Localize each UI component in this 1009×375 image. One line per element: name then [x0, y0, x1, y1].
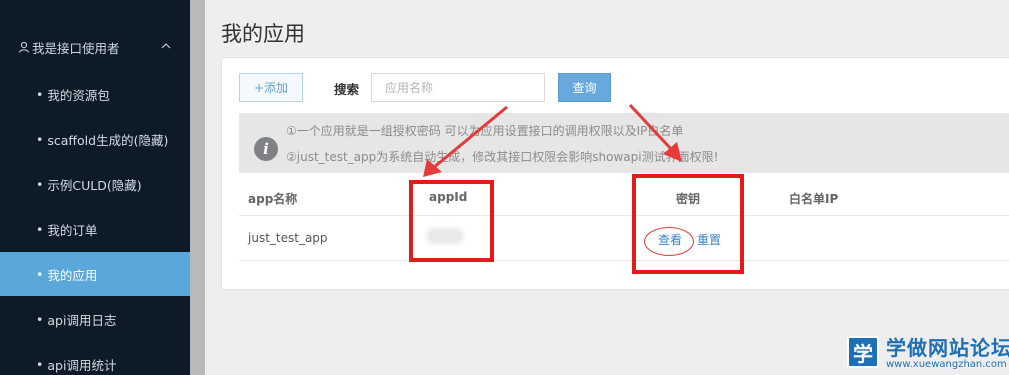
sidebar-item-label: api调用日志 — [47, 312, 117, 328]
content-margin — [205, 0, 213, 375]
sidebar-item-label: 我的资源包 — [47, 87, 110, 103]
column-header-app-name: app名称 — [248, 192, 298, 206]
column-header-whitelist-ip: 白名单IP — [789, 192, 839, 206]
cell-app-name: just_test_app — [248, 231, 328, 245]
bullet-icon: • — [36, 176, 44, 192]
bullet-icon: • — [36, 131, 44, 147]
watermark-site-name: 学做网站论坛 — [886, 336, 1009, 360]
watermark-logo-icon: 学 — [847, 336, 879, 368]
sidebar-item-scaffold[interactable]: • scaffold生成的(隐藏) — [0, 117, 190, 161]
info-icon: i — [254, 137, 278, 161]
sidebar-item-label: api调用统计 — [47, 357, 117, 373]
table-row-divider — [239, 260, 1009, 261]
annotation-circle-view — [644, 227, 694, 256]
search-label: 搜索 — [334, 82, 360, 97]
notice-line-2: ②just_test_app为系统自动生成，修改其接口权限会影响showapi测… — [286, 150, 719, 164]
chevron-up-icon[interactable] — [160, 40, 172, 52]
watermark-url: www.xuewangzhan.com — [886, 359, 1007, 370]
annotation-box-secret — [632, 174, 744, 274]
sidebar-item-label: 示例CULD(隐藏) — [47, 177, 142, 193]
sidebar-item-label: scaffold生成的(隐藏) — [47, 132, 169, 148]
sidebar: 我是接口使用者 • 我的资源包 • scaffold生成的(隐藏) • 示例CU… — [0, 0, 190, 375]
sidebar-item-culd-example[interactable]: • 示例CULD(隐藏) — [0, 162, 190, 206]
annotation-box-appid — [409, 180, 494, 262]
user-icon — [19, 41, 29, 53]
bullet-icon: • — [36, 86, 44, 102]
bullet-icon: • — [36, 311, 44, 327]
bullet-icon: • — [36, 221, 44, 237]
sidebar-item-my-apps[interactable]: • 我的应用 — [0, 252, 190, 296]
page-title: 我的应用 — [221, 22, 305, 46]
sidebar-group-label: 我是接口使用者 — [32, 40, 120, 56]
sidebar-item-label: 我的订单 — [47, 222, 98, 238]
sidebar-item-resource-pack[interactable]: • 我的资源包 — [0, 72, 190, 116]
sidebar-group-user[interactable]: 我是接口使用者 — [0, 34, 190, 60]
add-button[interactable]: +添加 — [239, 73, 303, 102]
sidebar-item-label: 我的应用 — [47, 267, 98, 283]
table-header-divider — [239, 215, 1009, 216]
search-input[interactable] — [371, 73, 545, 102]
bullet-icon: • — [36, 266, 44, 282]
bullet-icon: • — [36, 356, 44, 372]
sidebar-item-api-stats[interactable]: • api调用统计 — [0, 342, 190, 375]
sidebar-scroll-gutter — [190, 0, 205, 375]
notice-line-1: ①一个应用就是一组授权密码 可以为应用设置接口的调用权限以及IP白名单 — [286, 124, 684, 138]
sidebar-item-my-orders[interactable]: • 我的订单 — [0, 207, 190, 251]
sidebar-item-api-log[interactable]: • api调用日志 — [0, 297, 190, 341]
query-button[interactable]: 查询 — [558, 73, 611, 102]
